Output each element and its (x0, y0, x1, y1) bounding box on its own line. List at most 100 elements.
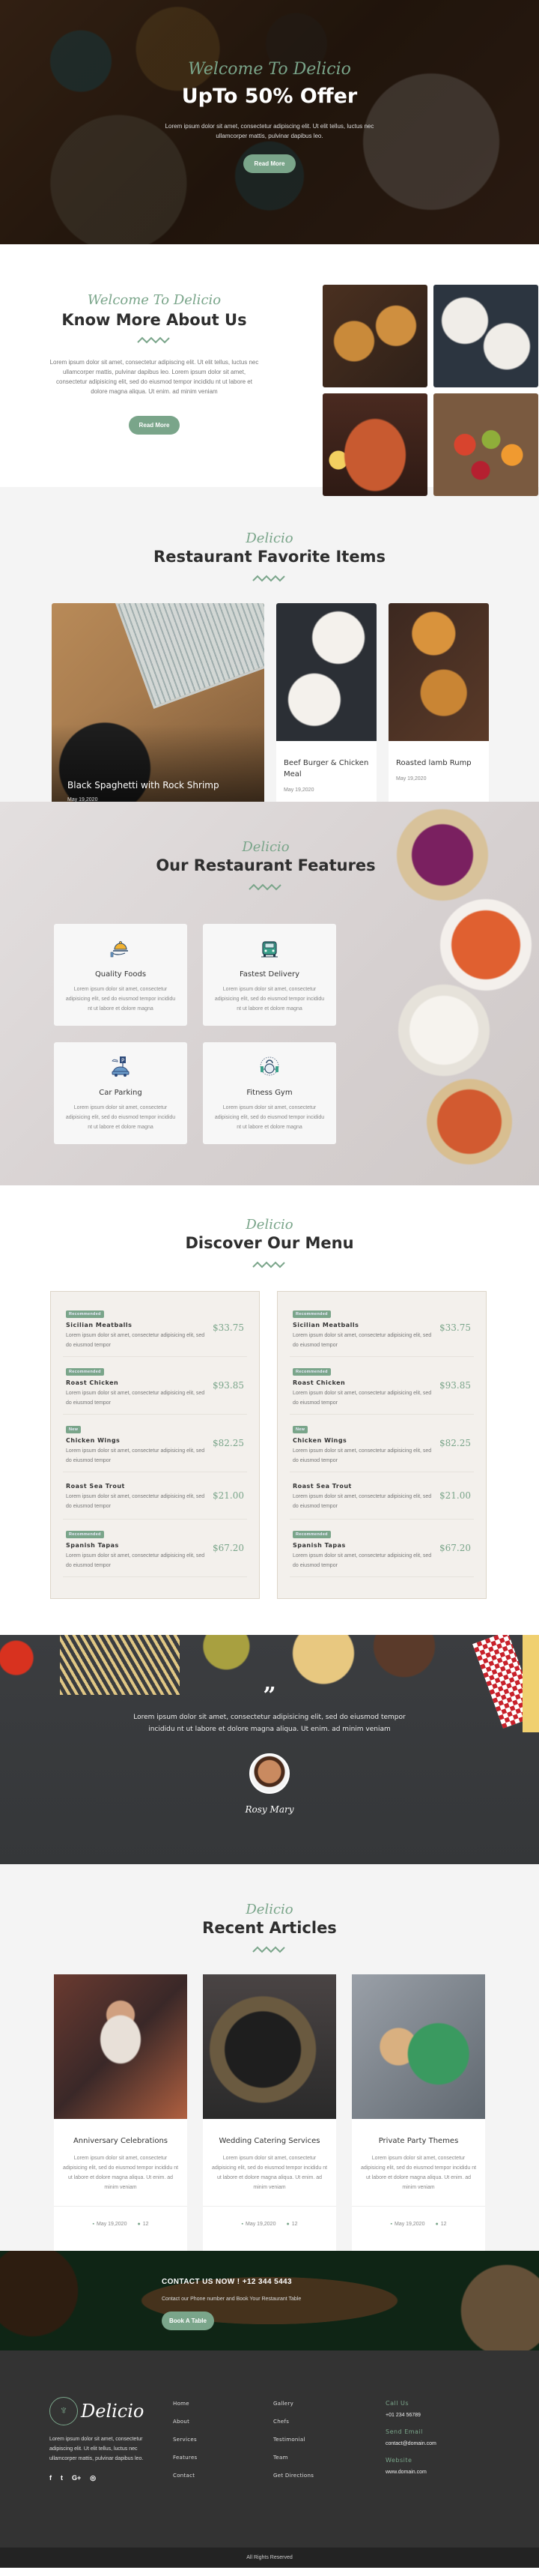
menu-item[interactable]: Roast Sea Trout Lorem ipsum dolor sit ame… (290, 1472, 474, 1520)
menu-item-desc: Lorem ipsum dolor sit amet, consectetur … (293, 1391, 432, 1406)
menu-item-price: $21.00 (439, 1490, 471, 1501)
footer-link-services[interactable]: Services (173, 2437, 198, 2455)
favorite-item-date: May 19,2020 (396, 776, 427, 781)
about-text: Lorem ipsum dolor sit amet, consectetur … (49, 359, 259, 395)
favorites-title: Restaurant Favorite Items (153, 548, 386, 566)
footer-links-secondary: Gallery Chefs Testimonial Team Get Direc… (273, 2401, 314, 2491)
testimonial-section: ” Lorem ipsum dolor sit amet, consectetu… (0, 1635, 539, 1864)
quote-icon: ” (263, 1683, 276, 1709)
book-table-button[interactable]: Book A Table (162, 2312, 214, 2330)
article-title[interactable]: Wedding Catering Services (212, 2135, 327, 2147)
feature-card: Fastest Delivery Lorem ipsum dolor sit a… (203, 924, 336, 1026)
menu-item-desc: Lorem ipsum dolor sit amet, consectetur … (293, 1448, 432, 1463)
footer-link-about[interactable]: About (173, 2419, 198, 2437)
menu-item-price: $67.20 (213, 1543, 244, 1553)
bowl-image (439, 898, 533, 992)
article-title[interactable]: Private Party Themes (361, 2135, 476, 2147)
menu-item-name: Chicken Wings (66, 1437, 121, 1444)
footer-link-get-directions[interactable]: Get Directions (273, 2473, 314, 2491)
feature-text: Lorem ipsum dolor sit amet, consectetur … (214, 1105, 325, 1130)
menu-title: Discover Our Menu (185, 1234, 354, 1252)
footer-link-team[interactable]: Team (273, 2455, 314, 2473)
article-comments: 12 (440, 2222, 447, 2227)
testimonial-text: Lorem ipsum dolor sit amet, consectetur … (133, 1714, 406, 1733)
favorite-item-card[interactable]: Beef Burger & Chicken Meal May 19,2020 (276, 603, 377, 823)
menu-item[interactable]: Recommended Spanish Tapas Lorem ipsum dolo… (290, 1520, 474, 1577)
about-read-more-button[interactable]: Read More (128, 416, 180, 435)
menu-item-badge: Recommended (293, 1368, 331, 1376)
website-url[interactable]: www.domain.com (386, 2470, 436, 2475)
menu-item[interactable]: Recommended Sicilian Meatballs Lorem ipsum… (63, 1299, 247, 1357)
menu-item-desc: Lorem ipsum dolor sit amet, consectetur … (66, 1553, 205, 1568)
feature-title: Car Parking (99, 1089, 142, 1097)
zigzag-divider (252, 1946, 285, 1953)
footer-link-chefs[interactable]: Chefs (273, 2419, 314, 2437)
menu-item[interactable]: Recommended Sicilian Meatballs Lorem ipsum… (290, 1299, 474, 1357)
menu-item[interactable]: Roast Sea Trout Lorem ipsum dolor sit ame… (63, 1472, 247, 1520)
website-label: Website (386, 2457, 412, 2464)
featured-item-title: Black Spaghetti with Rock Shrimp (67, 780, 219, 790)
facebook-icon[interactable]: f (49, 2474, 52, 2482)
menu-item-desc: Lorem ipsum dolor sit amet, consectetur … (293, 1553, 432, 1568)
food-tray-icon (107, 937, 134, 960)
footer-link-gallery[interactable]: Gallery (273, 2401, 314, 2419)
parking-icon: P (107, 1056, 134, 1078)
article-card[interactable]: Anniversary Celebrations Lorem ipsum dol… (54, 1974, 187, 2297)
menu-section: Delicio Discover Our Menu Recommended Sic… (0, 1185, 539, 1635)
instagram-icon[interactable]: ◎ (90, 2474, 96, 2482)
menu-item[interactable]: Recommended Roast Chicken Lorem ipsum dolo… (290, 1357, 474, 1415)
call-us-label: Call Us (386, 2400, 409, 2407)
article-card[interactable]: Wedding Catering Services Lorem ipsum do… (203, 1974, 336, 2297)
footer-link-contact[interactable]: Contact (173, 2473, 198, 2491)
send-email-label: Send Email (386, 2428, 423, 2435)
article-card[interactable]: Private Party Themes Lorem ipsum dolor s… (352, 1974, 485, 2297)
articles-title: Recent Articles (202, 1919, 337, 1937)
about-section: Welcome To Delicio Know More About Us Lo… (0, 244, 539, 496)
footer-link-home[interactable]: Home (173, 2401, 198, 2419)
menu-item-price: $33.75 (439, 1322, 471, 1333)
menu-item[interactable]: New Chicken Wings Lorem ipsum dolor sit am… (290, 1415, 474, 1472)
article-text: Lorem ipsum dolor sit amet, consectetur … (360, 2156, 477, 2190)
menu-item-desc: Lorem ipsum dolor sit amet, consectetur … (66, 1391, 205, 1406)
favorite-item-title: Roasted lamb Rump (396, 759, 472, 767)
kettlebell-icon (256, 1056, 283, 1078)
menu-item[interactable]: Recommended Spanish Tapas Lorem ipsum dolo… (63, 1520, 247, 1577)
menu-item-name: Sicilian Meatballs (66, 1322, 133, 1328)
footer-link-features[interactable]: Features (173, 2455, 198, 2473)
calendar-icon: ▪ (241, 2222, 243, 2227)
twitter-icon[interactable]: t (61, 2474, 63, 2482)
article-date: May 19,2020 (96, 2222, 127, 2227)
articles-section: Delicio Recent Articles Anniversary Cele… (0, 1864, 539, 2297)
gallery-image (433, 285, 538, 387)
favorite-item-card[interactable]: Roasted lamb Rump May 19,2020 (389, 603, 489, 823)
feature-card: P Car Parking Lorem ipsum dolor sit amet… (54, 1042, 187, 1144)
article-text: Lorem ipsum dolor sit amet, consectetur … (62, 2156, 179, 2190)
menu-item[interactable]: Recommended Roast Chicken Lorem ipsum dolo… (63, 1357, 247, 1415)
menu-item[interactable]: New Chicken Wings Lorem ipsum dolor sit am… (63, 1415, 247, 1472)
calendar-icon: ▪ (390, 2222, 392, 2227)
menu-item-price: $82.25 (213, 1438, 244, 1448)
favorite-item-title: Beef Burger & Chicken Meal (284, 759, 369, 778)
hero-read-more-button[interactable]: Read More (243, 154, 296, 173)
footer-logo[interactable]: ♆ Delicio (49, 2397, 162, 2425)
article-title[interactable]: Anniversary Celebrations (63, 2135, 178, 2147)
article-text: Lorem ipsum dolor sit amet, consectetur … (211, 2156, 328, 2190)
menu-card: Recommended Sicilian Meatballs Lorem ipsum… (50, 1291, 260, 1599)
article-image (203, 1974, 336, 2119)
ice-cream-logo-icon: ♆ (49, 2397, 78, 2425)
about-script-title: Welcome To Delicio (87, 292, 222, 308)
featured-item-card[interactable]: Black Spaghetti with Rock Shrimp May 19,… (52, 603, 264, 823)
favorite-item-image (276, 603, 377, 741)
phone-number[interactable]: +01 234 56789 (386, 2413, 436, 2418)
footer: ♆ Delicio Lorem ipsum dolor sit amet, co… (0, 2350, 539, 2568)
menu-item-badge: Recommended (293, 1310, 331, 1318)
google-plus-icon[interactable]: G+ (72, 2474, 81, 2482)
article-meta: ▪ May 19,2020 ● 12 (352, 2206, 485, 2227)
comment-icon: ● (435, 2222, 439, 2227)
comment-icon: ● (286, 2222, 290, 2227)
menu-item-name: Spanish Tapas (293, 1542, 346, 1549)
copyright: All Rights Reserved (0, 2548, 539, 2568)
footer-link-testimonial[interactable]: Testimonial (273, 2437, 314, 2455)
email-address[interactable]: contact@domain.com (386, 2441, 436, 2446)
menu-item-badge: Recommended (293, 1531, 331, 1538)
